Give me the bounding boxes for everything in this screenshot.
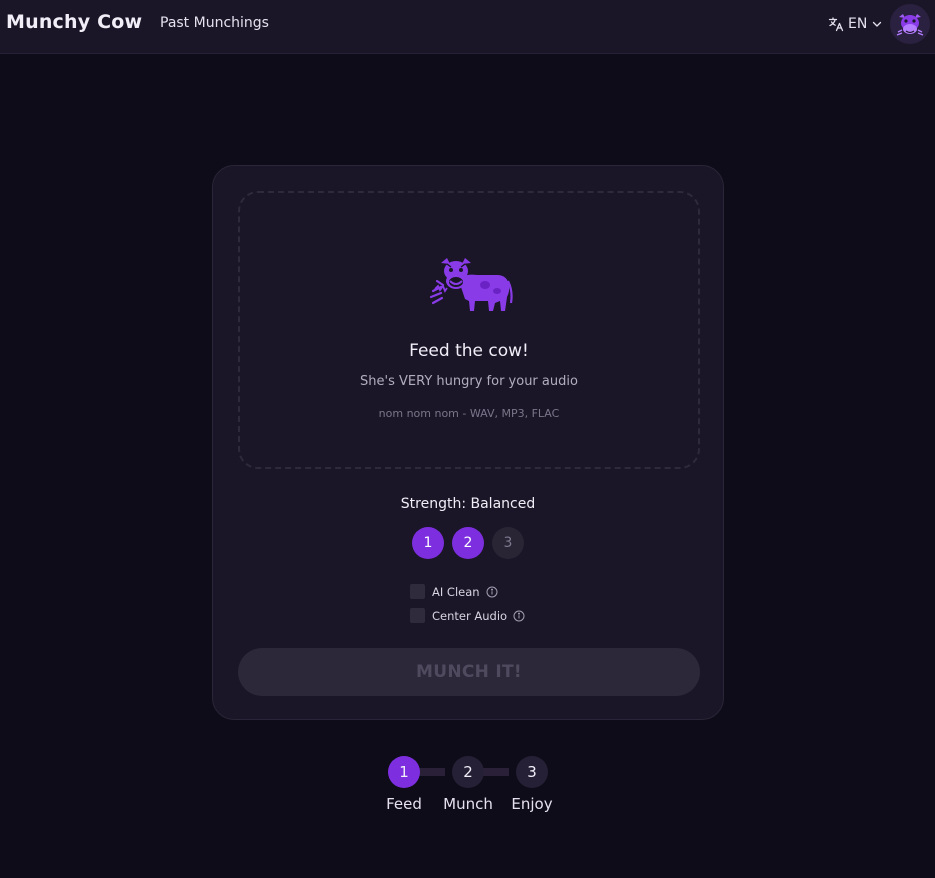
option-ai-clean: AI Clean: [410, 584, 498, 599]
option-center-audio: Center Audio: [410, 608, 525, 623]
strength-option-3[interactable]: 3: [492, 527, 524, 559]
step-connector: [419, 768, 445, 776]
munch-it-button[interactable]: MUNCH IT!: [238, 648, 700, 696]
ai-clean-checkbox[interactable]: [410, 584, 425, 599]
audio-dropzone[interactable]: Feed the cow! She's VERY hungry for your…: [238, 191, 700, 469]
strength-selector: 1 2 3: [412, 527, 524, 559]
language-selector[interactable]: EN: [828, 14, 883, 34]
step-2-indicator: 2: [452, 756, 484, 788]
cow-avatar-icon: [896, 14, 924, 36]
upload-card: Feed the cow! She's VERY hungry for your…: [212, 165, 724, 720]
nav-link-past-munchings[interactable]: Past Munchings: [160, 15, 269, 31]
brand-logo[interactable]: Munchy Cow: [6, 11, 142, 33]
user-avatar[interactable]: [890, 4, 930, 44]
step-1-indicator: 1: [388, 756, 420, 788]
info-icon[interactable]: [507, 610, 525, 622]
strength-option-1[interactable]: 1: [412, 527, 444, 559]
strength-option-2[interactable]: 2: [452, 527, 484, 559]
step-2-label: Munch: [443, 795, 493, 813]
step-1-label: Feed: [386, 795, 422, 813]
language-code: EN: [848, 16, 868, 32]
center-audio-checkbox[interactable]: [410, 608, 425, 623]
dropzone-subtitle: She's VERY hungry for your audio: [360, 374, 578, 389]
progress-stepper: 1 2 3 Feed Munch Enjoy: [380, 756, 560, 826]
step-connector: [483, 768, 509, 776]
step-3-indicator: 3: [516, 756, 548, 788]
top-navbar: Munchy Cow Past Munchings EN: [0, 0, 935, 54]
center-audio-label: Center Audio: [432, 608, 508, 623]
translate-icon: [828, 16, 844, 32]
supported-formats: nom nom nom - WAV, MP3, FLAC: [378, 407, 560, 420]
info-icon[interactable]: [480, 586, 498, 598]
step-3-label: Enjoy: [511, 795, 553, 813]
chevron-down-icon: [871, 18, 883, 30]
ai-clean-label: AI Clean: [432, 584, 480, 599]
dropzone-title: Feed the cow!: [409, 341, 529, 361]
strength-label: Strength: Balanced: [400, 496, 536, 512]
munching-cow-icon: [429, 251, 513, 317]
